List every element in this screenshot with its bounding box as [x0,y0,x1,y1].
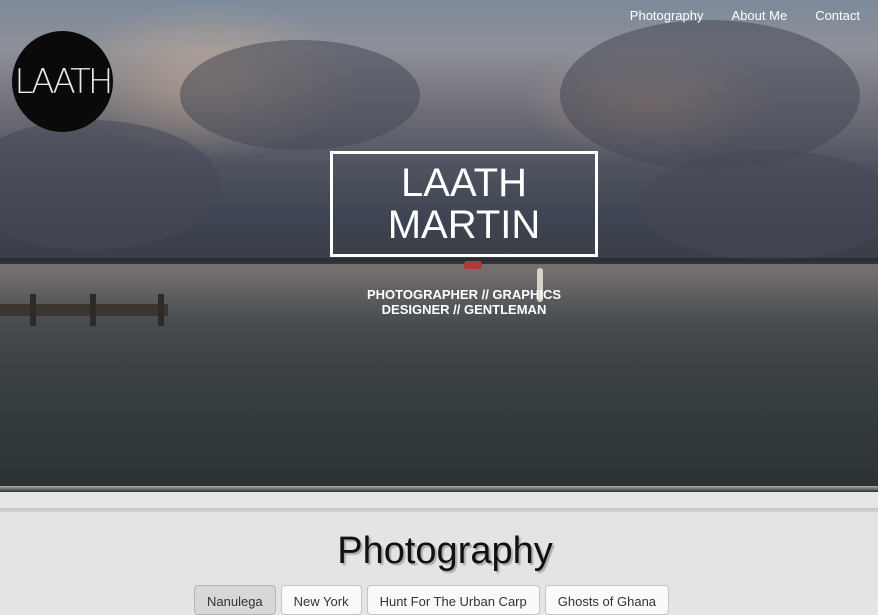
hero-fade [0,486,878,492]
tab-nanulega[interactable]: Nanulega [194,585,276,615]
tagline-line: PHOTOGRAPHER // GRAPHICS [366,287,562,302]
nav-item-about-me[interactable]: About Me [732,8,788,23]
boat [464,261,482,269]
logo-text: LAATH [14,61,114,102]
cloud [640,150,878,260]
nav-item-photography[interactable]: Photography [630,8,704,23]
tab-hunt-for-the-urban-carp[interactable]: Hunt For The Urban Carp [366,585,540,615]
gallery-tabs: Nanulega New York Hunt For The Urban Car… [194,585,670,615]
hero-title-box: LAATH MARTIN [330,151,598,257]
nav-item-contact[interactable]: Contact [815,8,860,23]
tagline-line: DESIGNER // GENTLEMAN [381,302,547,317]
cloud [180,40,420,150]
section-title: Photography [337,530,553,572]
pier-post [30,294,36,326]
pier-post [90,294,96,326]
hero-tagline: PHOTOGRAPHER // GRAPHICS DESIGNER // GEN… [330,287,598,317]
tab-new-york[interactable]: New York [280,585,362,615]
top-nav: Photography About Me Contact [630,8,860,23]
hero-title-last-name: MARTIN [387,203,541,247]
logo[interactable]: LAATH [12,31,113,132]
tab-ghosts-of-ghana[interactable]: Ghosts of Ghana [544,585,670,615]
hero-title-first-name: LAATH [401,161,527,205]
cloud [560,20,860,170]
pier [0,304,168,316]
pier-post [158,294,164,326]
